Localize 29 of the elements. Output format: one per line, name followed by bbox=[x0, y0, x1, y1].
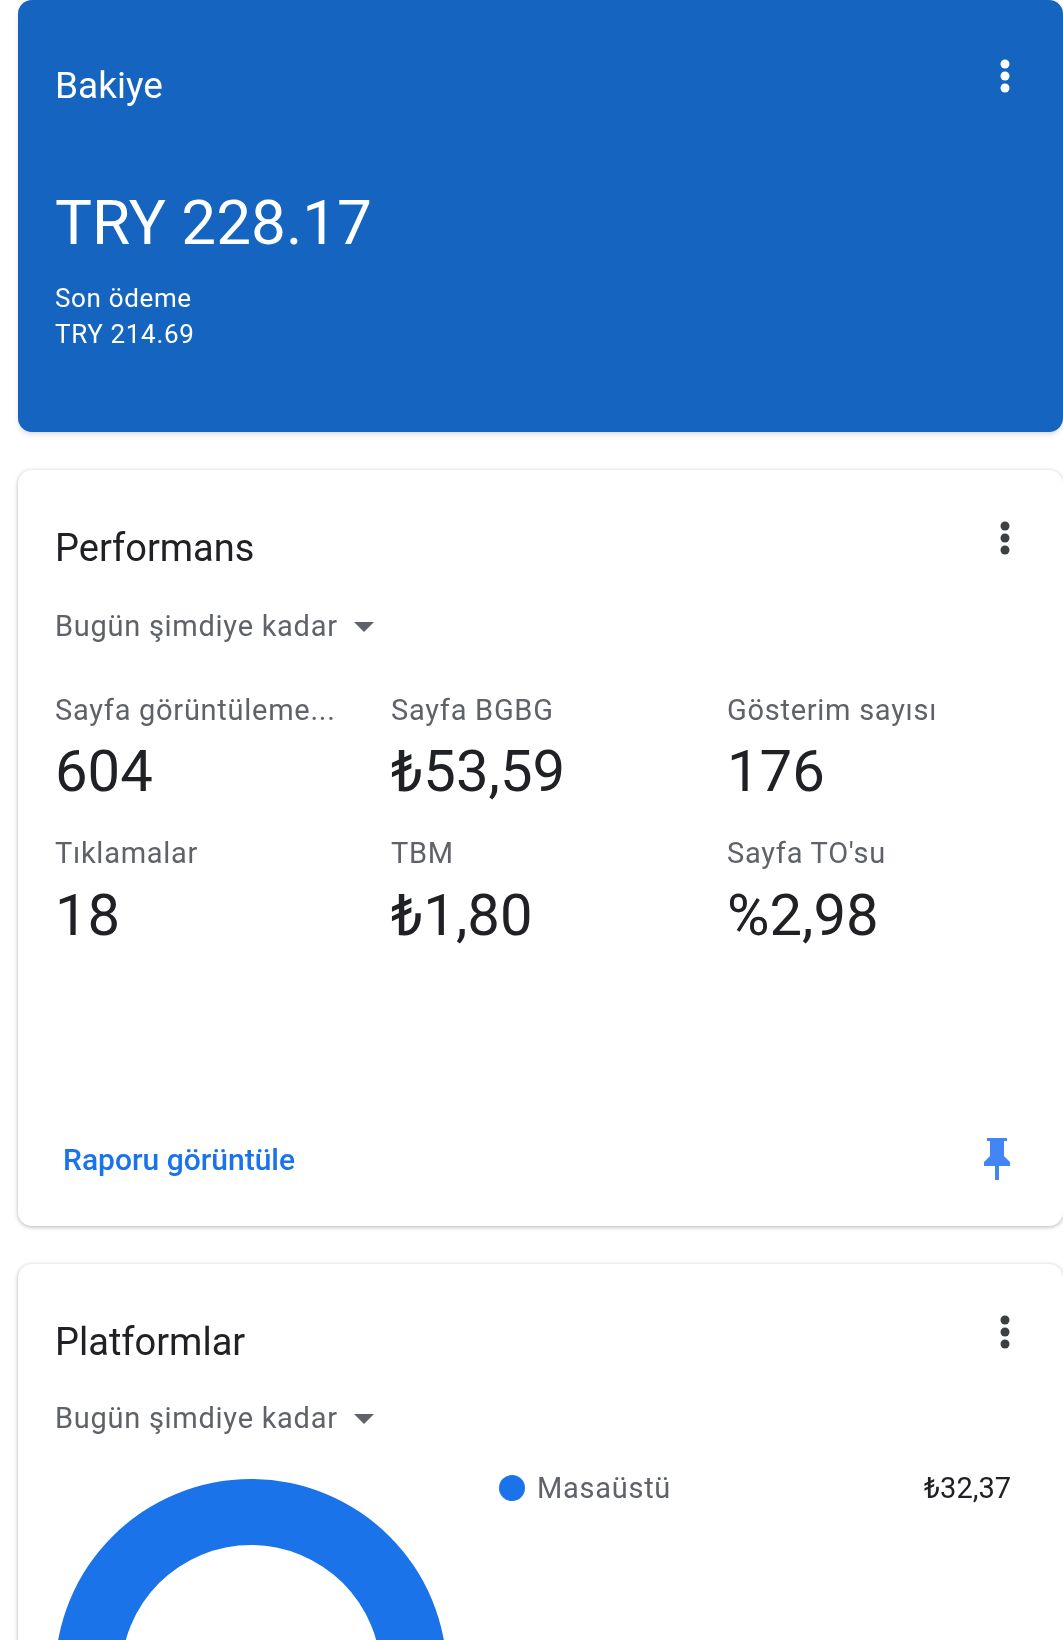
dropdown-caret-icon bbox=[353, 621, 374, 632]
last-payment-amount: TRY 214.69 bbox=[55, 317, 196, 351]
metric-value: %2,98 bbox=[727, 879, 880, 950]
view-report-link[interactable]: Raporu görüntüle bbox=[63, 1136, 296, 1182]
legend-label: Masaüstü bbox=[537, 1469, 672, 1507]
metric-label: Sayfa görüntüleme... bbox=[55, 691, 337, 729]
more-options-icon[interactable] bbox=[999, 58, 1011, 94]
metric-value: ₺53,59 bbox=[391, 736, 567, 806]
metric-label: Sayfa BGBG bbox=[391, 691, 555, 729]
metric-label: Gösterim sayısı bbox=[727, 691, 939, 729]
card-title: Performans bbox=[55, 525, 255, 572]
last-payment-label: Son ödeme bbox=[55, 281, 193, 315]
period-dropdown[interactable]: Bugün şimdiye kadar bbox=[55, 1397, 374, 1441]
metric-label: Sayfa TO'su bbox=[727, 835, 887, 872]
card-title: Bakiye bbox=[55, 63, 163, 109]
balance-amount: TRY 228.17 bbox=[55, 191, 373, 254]
metric-value: ₺1,80 bbox=[391, 879, 534, 950]
metric-label: TBM bbox=[391, 835, 455, 872]
more-options-icon[interactable] bbox=[999, 1314, 1011, 1350]
pin-icon[interactable] bbox=[983, 1136, 1011, 1182]
metric-label: Tıklamalar bbox=[55, 835, 200, 872]
dropdown-caret-icon bbox=[353, 1413, 374, 1424]
legend-value: ₺32,37 bbox=[923, 1469, 1011, 1507]
metric-value: 604 bbox=[55, 736, 154, 806]
more-options-icon[interactable] bbox=[999, 520, 1011, 556]
period-dropdown[interactable]: Bugün şimdiye kadar bbox=[55, 605, 374, 649]
metric-value: 176 bbox=[727, 736, 826, 806]
metric-value: 18 bbox=[55, 879, 122, 950]
card-title: Platformlar bbox=[55, 1319, 246, 1366]
